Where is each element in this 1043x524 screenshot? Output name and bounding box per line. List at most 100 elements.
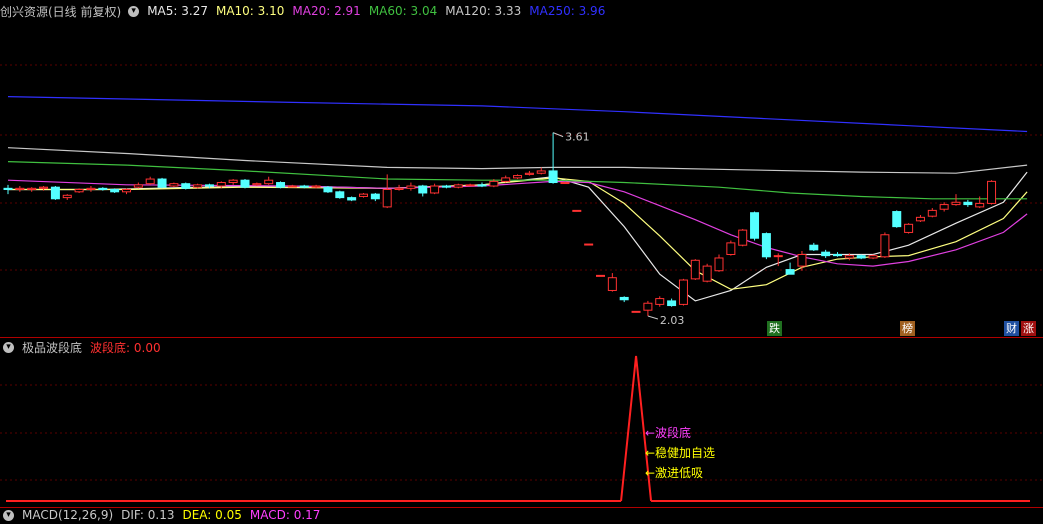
candle-body xyxy=(39,186,49,189)
chevron-down-icon[interactable]: ▾ xyxy=(3,509,14,521)
ma10-label: MA10: 3.10 xyxy=(215,4,285,18)
badge-zhang[interactable]: 涨 xyxy=(1021,321,1036,336)
candle-body xyxy=(880,234,890,258)
candle-body xyxy=(287,185,297,188)
candle-body xyxy=(3,187,13,190)
indicator-chart[interactable] xyxy=(0,338,1043,508)
candle-body xyxy=(987,180,997,204)
candle xyxy=(690,259,700,281)
candle xyxy=(98,187,108,191)
candle xyxy=(122,188,131,195)
badge-bang[interactable]: 榜 xyxy=(900,321,915,336)
candle xyxy=(240,179,250,189)
candle-body xyxy=(169,183,179,187)
candle xyxy=(193,183,203,189)
badge-cai[interactable]: 财 xyxy=(1004,321,1019,336)
candle-body xyxy=(122,188,131,193)
candle xyxy=(359,192,368,198)
candle xyxy=(584,243,594,246)
candle xyxy=(15,186,25,192)
candle-body xyxy=(714,257,724,272)
candle xyxy=(750,211,760,241)
ma60-label: MA60: 3.04 xyxy=(368,4,438,18)
candle-body xyxy=(548,170,558,184)
candle-body xyxy=(441,185,451,188)
candle xyxy=(809,242,819,252)
candle-body xyxy=(856,255,866,259)
dea-label: DEA: 0.05 xyxy=(182,508,242,522)
candle xyxy=(667,298,677,307)
ma120-label: MA120: 3.33 xyxy=(445,4,522,18)
candle-body xyxy=(323,186,333,193)
main-legend: 创兴资源(日线 前复权) ▾ MA5: 3.27 MA10: 3.10 MA20… xyxy=(0,2,613,20)
candle-body xyxy=(560,182,570,185)
signal-label-steady: ←稳健加自选 xyxy=(645,446,716,460)
macd-legend: ▾ MACD(12,26,9) DIF: 0.13 DEA: 0.05 MACD… xyxy=(0,506,328,524)
candle xyxy=(62,194,72,200)
candle-body xyxy=(797,253,807,267)
candle xyxy=(441,184,451,189)
candle-body xyxy=(27,187,37,190)
candle xyxy=(50,186,60,200)
ma5-label: MA5: 3.27 xyxy=(147,4,208,18)
candle xyxy=(276,181,286,189)
ma-line-ma120 xyxy=(7,147,1028,174)
candle xyxy=(228,179,238,185)
candle xyxy=(987,180,997,205)
candle-body xyxy=(299,185,309,188)
candle-body xyxy=(584,243,594,246)
candle xyxy=(157,177,167,189)
chevron-down-icon[interactable]: ▾ xyxy=(128,5,140,17)
candle-body xyxy=(489,180,499,187)
candle-body xyxy=(844,255,854,259)
ma250-label: MA250: 3.96 xyxy=(529,4,606,18)
candle-body xyxy=(264,179,274,185)
high-price-label: 3.61 xyxy=(565,131,590,144)
candle-body xyxy=(157,178,167,188)
candle-body xyxy=(311,185,321,188)
low-marker-line xyxy=(647,315,659,320)
candle xyxy=(880,232,890,258)
candle xyxy=(821,249,831,258)
candle xyxy=(738,228,748,247)
candle-body xyxy=(228,179,238,184)
candle xyxy=(335,190,345,199)
candle-body xyxy=(821,251,831,257)
candle-body xyxy=(975,202,985,208)
candle-body xyxy=(359,193,368,197)
candle xyxy=(596,274,605,277)
candle-body xyxy=(453,184,463,188)
candle-body xyxy=(915,216,925,222)
candle xyxy=(892,210,902,228)
badge-die[interactable]: 跌 xyxy=(767,321,782,336)
low-price-label: 2.03 xyxy=(660,314,685,327)
candle-body xyxy=(607,277,617,291)
candle xyxy=(524,170,534,176)
ma-line-ma250 xyxy=(7,96,1028,133)
candle-body xyxy=(513,175,523,179)
candle-body xyxy=(240,179,250,188)
candle xyxy=(430,183,440,195)
candle xyxy=(465,183,475,187)
candle-body xyxy=(750,212,760,239)
candle xyxy=(169,182,179,188)
candle-body xyxy=(430,185,440,194)
candle-body xyxy=(418,185,428,194)
candle xyxy=(3,184,13,195)
candle xyxy=(74,188,84,193)
candle xyxy=(145,176,155,185)
candle xyxy=(181,182,191,190)
candle xyxy=(287,184,297,188)
signal-label-aggressive: ←激进低吸 xyxy=(645,466,704,480)
candle-body xyxy=(690,259,700,280)
candle-body xyxy=(572,209,582,212)
candle-body xyxy=(406,185,416,189)
candle xyxy=(915,215,925,222)
ma-line-ma20 xyxy=(7,179,1028,267)
candle xyxy=(856,254,866,260)
candle xyxy=(702,263,712,283)
candle-body xyxy=(536,170,546,174)
candle-body xyxy=(963,201,973,206)
kline-chart[interactable]: 3.61 2.03 xyxy=(0,0,1043,337)
candle-body xyxy=(868,255,878,259)
